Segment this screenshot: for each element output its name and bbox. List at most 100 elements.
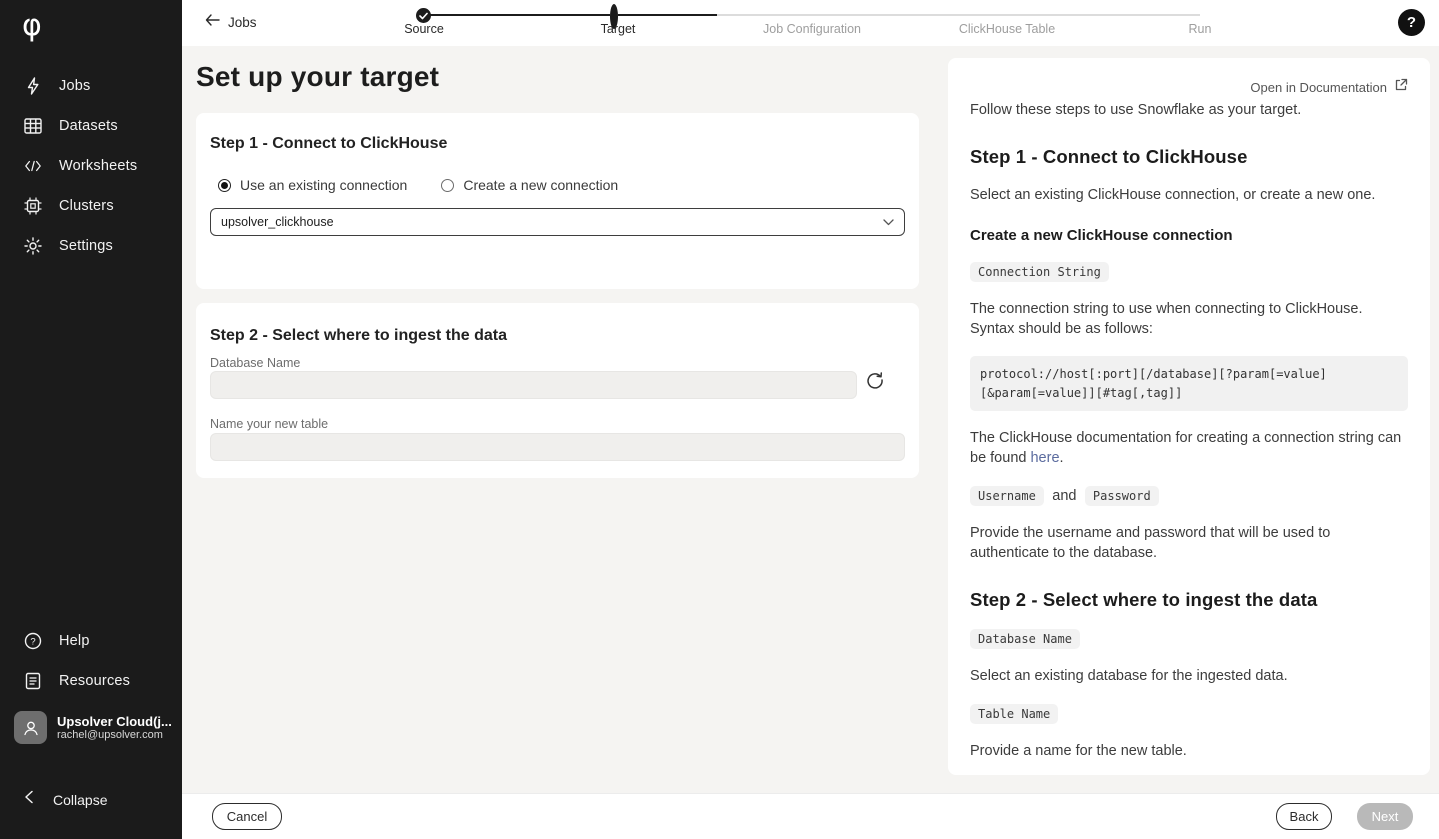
open-in-documentation-link[interactable]: Open in Documentation: [1250, 78, 1408, 97]
password-badge: Password: [1085, 486, 1159, 506]
radio-unselected-icon: [441, 179, 454, 192]
step-label-clickhouse-table: ClickHouse Table: [937, 22, 1077, 36]
docs-intro: Follow these steps to use Snowflake as y…: [970, 100, 1408, 120]
step1-heading: Step 1 - Connect to ClickHouse: [210, 135, 447, 153]
username-badge: Username: [970, 486, 1044, 506]
and-text: and: [1052, 488, 1076, 504]
sidebar-item-label: Resources: [59, 673, 130, 689]
check-icon: [416, 8, 431, 23]
sidebar-item-label: Datasets: [59, 118, 118, 134]
step2-heading: Step 2 - Select where to ingest the data: [210, 327, 507, 345]
sidebar-item-settings[interactable]: Settings: [0, 226, 182, 266]
chip-icon: [24, 197, 42, 215]
docs-step1-text: Select an existing ClickHouse connection…: [970, 185, 1408, 205]
stepper-line-source-target: [430, 14, 617, 16]
chevron-left-icon: [24, 790, 34, 809]
connection-select[interactable]: [210, 208, 905, 236]
gear-icon: [24, 237, 42, 255]
docs-database-text: Select an existing database for the inge…: [970, 666, 1408, 686]
documentation-panel: Open in Documentation Follow these steps…: [948, 58, 1430, 775]
back-link-label: Jobs: [228, 15, 257, 30]
table-icon: [24, 117, 42, 135]
docs-step1-heading: Step 1 - Connect to ClickHouse: [970, 146, 1408, 168]
sidebar-item-help[interactable]: ? Help: [0, 621, 182, 661]
back-button[interactable]: Back: [1276, 803, 1332, 830]
back-to-jobs-link[interactable]: Jobs: [205, 13, 257, 31]
sidebar-item-label: Worksheets: [59, 158, 137, 174]
stepper-line-to-run: [1007, 14, 1200, 16]
docs-table-text: Provide a name for the new table.: [970, 741, 1408, 761]
table-badge-row: Table Name: [970, 704, 1408, 724]
sidebar: φ Jobs Datasets Worksheets Clusters: [0, 0, 182, 839]
chevron-down-icon: [883, 219, 894, 226]
connection-radio-group: Use an existing connection Create a new …: [218, 177, 618, 193]
step-node-source[interactable]: [416, 8, 431, 23]
connection-syntax-code: protocol://host[:port][/database][?param…: [970, 356, 1408, 411]
sidebar-item-resources[interactable]: Resources: [0, 661, 182, 701]
cancel-button[interactable]: Cancel: [212, 803, 282, 830]
sidebar-item-worksheets[interactable]: Worksheets: [0, 146, 182, 186]
database-name-badge: Database Name: [970, 629, 1080, 649]
code-icon: [24, 157, 42, 175]
user-profile[interactable]: Upsolver Cloud(j... rachel@upsolver.com: [0, 701, 182, 754]
docs-create-heading: Create a new ClickHouse connection: [970, 227, 1408, 244]
sidebar-item-clusters[interactable]: Clusters: [0, 186, 182, 226]
sidebar-bottom: ? Help Resources Upsolver Cloud(j... rac…: [0, 621, 182, 809]
table-name-label: Name your new table: [210, 417, 328, 431]
connection-input[interactable]: [221, 215, 875, 229]
docs-link-text-post: .: [1060, 450, 1064, 466]
document-icon: [24, 672, 42, 690]
next-button[interactable]: Next: [1357, 803, 1413, 830]
docs-step2-heading: Step 2 - Select where to ingest the data: [970, 589, 1408, 611]
credentials-badge-row: Username and Password: [970, 486, 1408, 506]
code-line-2: [&param[=value]][#tag[,tag]]: [980, 386, 1182, 400]
stepper-line-target-progress: [617, 14, 717, 16]
profile-name: Upsolver Cloud(j...: [57, 714, 172, 729]
docs-link-paragraph: The ClickHouse documentation for creatin…: [970, 428, 1408, 468]
radio-existing-connection[interactable]: Use an existing connection: [218, 177, 407, 193]
collapse-button[interactable]: Collapse: [0, 776, 182, 809]
open-in-documentation-label: Open in Documentation: [1250, 80, 1387, 95]
sidebar-item-label: Settings: [59, 238, 113, 254]
help-button[interactable]: ?: [1398, 9, 1425, 36]
radio-new-connection[interactable]: Create a new connection: [441, 177, 618, 193]
refresh-databases-button[interactable]: [864, 369, 886, 391]
radio-existing-label: Use an existing connection: [240, 177, 407, 193]
step2-card: Step 2 - Select where to ingest the data…: [196, 303, 919, 478]
sidebar-item-label: Clusters: [59, 198, 114, 214]
sidebar-nav: Jobs Datasets Worksheets Clusters Settin…: [0, 66, 182, 266]
sidebar-item-datasets[interactable]: Datasets: [0, 106, 182, 146]
database-name-label: Database Name: [210, 356, 300, 370]
upsolver-logo[interactable]: φ: [22, 8, 42, 43]
avatar: [14, 711, 47, 744]
step-label-source: Source: [354, 22, 494, 36]
external-link-icon: [1394, 78, 1408, 97]
sidebar-item-label: Help: [59, 633, 90, 649]
step-label-target: Target: [548, 22, 688, 36]
docs-auth-text: Provide the username and password that w…: [970, 523, 1408, 563]
stepper-line-to-jobconfig: [717, 14, 812, 16]
stepper-line-to-clickhouse: [812, 14, 1007, 16]
docs-connection-text: The connection string to use when connec…: [970, 299, 1408, 339]
database-name-input[interactable]: [210, 371, 857, 399]
wizard-header: Jobs Source Target Job Configuration Cli…: [182, 0, 1439, 46]
step1-card: Step 1 - Connect to ClickHouse Use an ex…: [196, 113, 919, 289]
code-line-1: protocol://host[:port][/database][?param…: [980, 367, 1327, 381]
svg-text:?: ?: [30, 637, 35, 648]
database-badge-row: Database Name: [970, 629, 1408, 649]
sidebar-item-label: Jobs: [59, 78, 90, 94]
footer-bar: Cancel Back Next: [182, 793, 1439, 839]
connection-string-badge-row: Connection String: [970, 262, 1408, 282]
help-circle-icon: ?: [24, 632, 42, 650]
page-title: Set up your target: [196, 61, 439, 93]
step-label-job-configuration: Job Configuration: [742, 22, 882, 36]
table-name-input[interactable]: [210, 433, 905, 461]
step-label-run: Run: [1130, 22, 1270, 36]
radio-new-label: Create a new connection: [463, 177, 618, 193]
profile-email: rachel@upsolver.com: [57, 729, 172, 741]
lightning-icon: [24, 77, 42, 95]
here-link[interactable]: here: [1030, 450, 1059, 466]
arrow-left-icon: [205, 13, 220, 31]
sidebar-item-jobs[interactable]: Jobs: [0, 66, 182, 106]
profile-text: Upsolver Cloud(j... rachel@upsolver.com: [57, 714, 172, 741]
